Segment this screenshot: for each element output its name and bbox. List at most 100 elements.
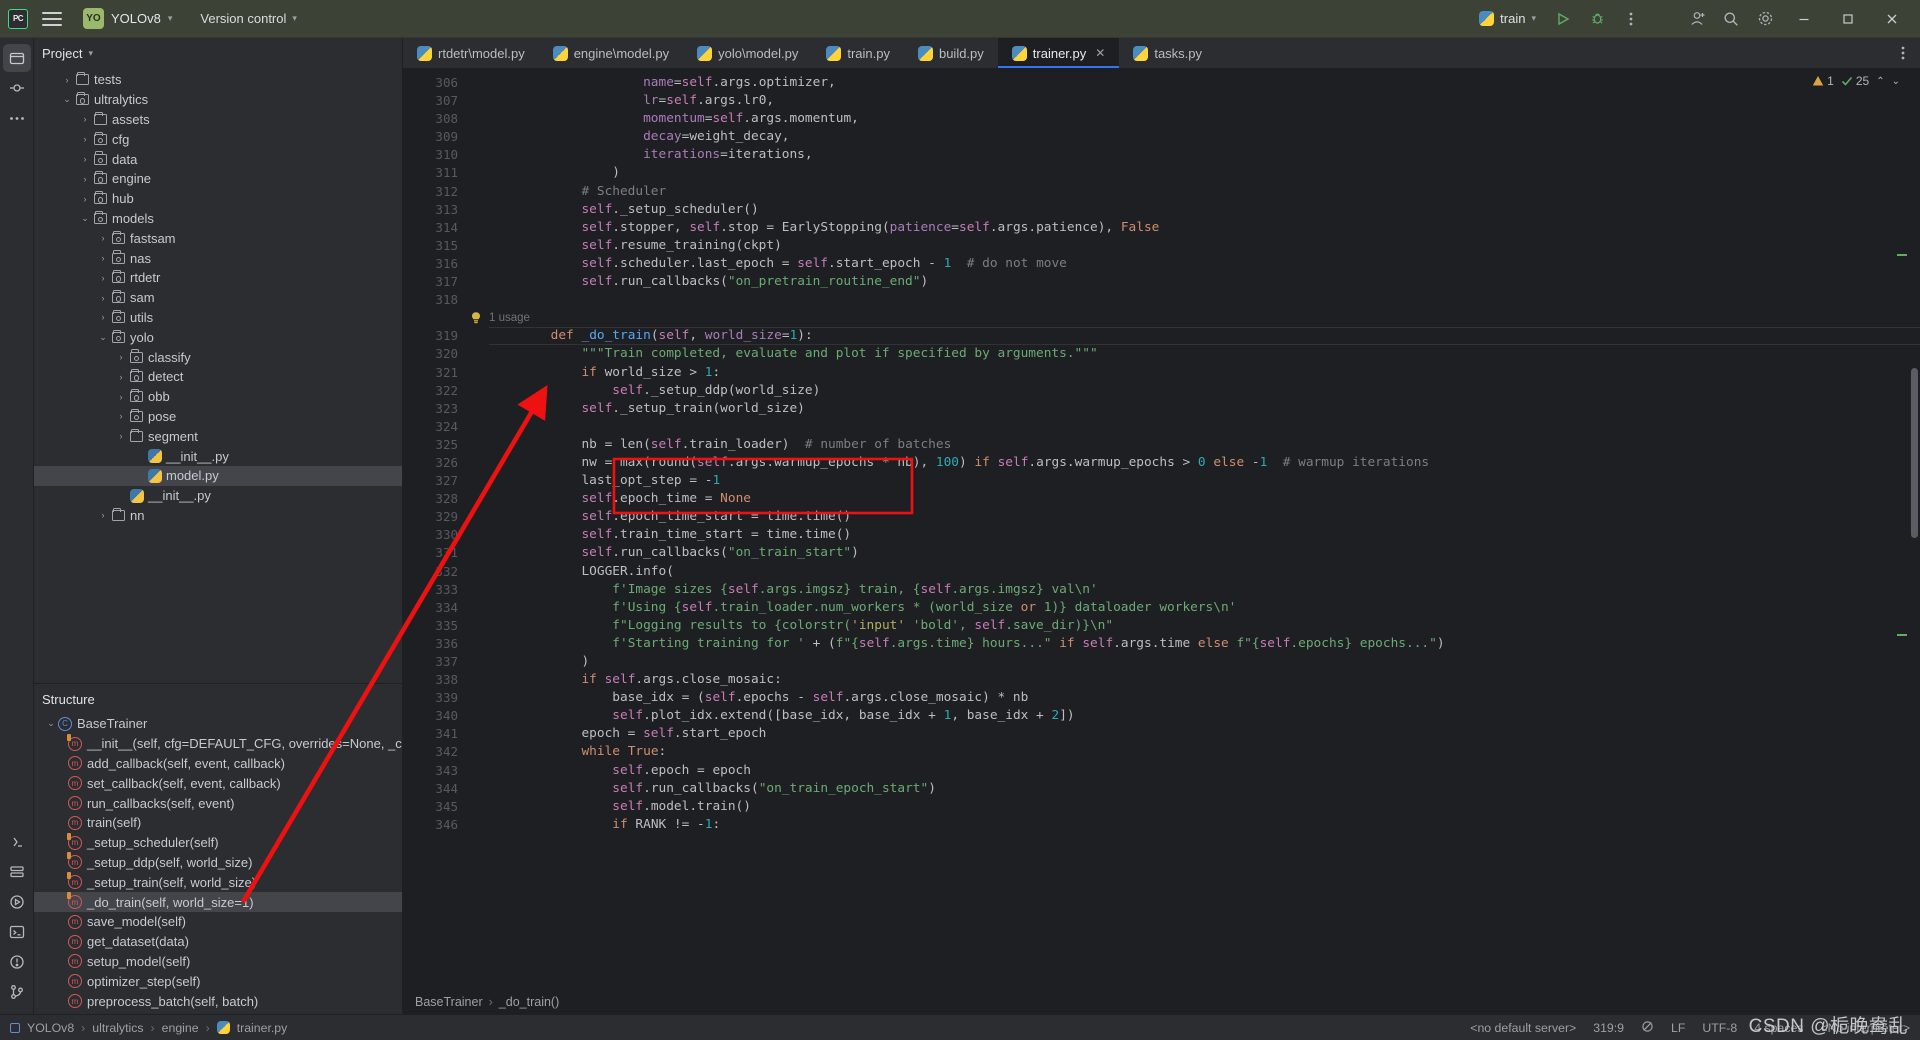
tab-rtdetr-model-py[interactable]: rtdetr\model.py	[403, 38, 539, 68]
run-configuration-selector[interactable]: train ▾	[1471, 7, 1544, 30]
code-line[interactable]: while True:	[489, 743, 1920, 761]
chevron-down-icon[interactable]: ⌄	[60, 94, 74, 105]
warning-indicator[interactable]: 1	[1812, 74, 1834, 88]
chevron-right-icon[interactable]: ›	[60, 75, 74, 85]
breadcrumb-item[interactable]: _do_train()	[499, 995, 559, 1009]
code-line[interactable]: if self.args.close_mosaic:	[489, 671, 1920, 689]
git-branch-icon[interactable]	[3, 978, 31, 1006]
code-line[interactable]: LOGGER.info(	[489, 563, 1920, 581]
problems-icon[interactable]	[3, 948, 31, 976]
structure-item-train-self-[interactable]: m train(self)	[34, 813, 402, 833]
tree-item-pose[interactable]: › pose	[34, 407, 402, 427]
status-path-2[interactable]: engine	[162, 1021, 199, 1035]
tree-item-classify[interactable]: › classify	[34, 347, 402, 367]
chevron-right-icon[interactable]: ›	[78, 194, 92, 204]
code-line[interactable]: """Train completed, evaluate and plot if…	[489, 345, 1920, 363]
structure-item--do-train-self-world-size-1-[interactable]: m _do_train(self, world_size=1)	[34, 892, 402, 912]
python-console-icon[interactable]	[3, 828, 31, 856]
scrollbar-thumb[interactable]	[1911, 368, 1918, 538]
tree-item-hub[interactable]: › hub	[34, 189, 402, 209]
chevron-right-icon[interactable]: ›	[96, 273, 110, 283]
tree-item-engine[interactable]: › engine	[34, 169, 402, 189]
structure-item-save-model-self-[interactable]: m save_model(self)	[34, 912, 402, 932]
tree-item-sam[interactable]: › sam	[34, 288, 402, 308]
structure-item-run-callbacks-self-event-[interactable]: m run_callbacks(self, event)	[34, 793, 402, 813]
chevron-right-icon[interactable]: ›	[78, 174, 92, 184]
structure-item-basetrainer[interactable]: ⌄ C BaseTrainer	[34, 714, 402, 734]
code-line[interactable]: momentum=self.args.momentum,	[489, 110, 1920, 128]
chevron-up-icon[interactable]: ⌃	[1876, 76, 1884, 87]
run-button[interactable]	[1548, 5, 1578, 33]
code-line[interactable]: 1 usage	[489, 309, 1920, 327]
chevron-right-icon[interactable]: ›	[114, 372, 128, 382]
services-icon[interactable]	[3, 858, 31, 886]
more-actions-button[interactable]	[1616, 5, 1646, 33]
code-line[interactable]: self._setup_train(world_size)	[489, 400, 1920, 418]
file-encoding[interactable]: UTF-8	[1702, 1021, 1737, 1035]
code-line[interactable]: self.stopper, self.stop = EarlyStopping(…	[489, 219, 1920, 237]
code-line[interactable]: f'Using {self.train_loader.num_workers *…	[489, 599, 1920, 617]
code-line[interactable]: self.epoch_time_start = time.time()	[489, 508, 1920, 526]
code-line[interactable]: self.plot_idx.extend([base_idx, base_idx…	[489, 707, 1920, 725]
hamburger-menu-icon[interactable]	[42, 11, 62, 26]
breadcrumb-item[interactable]: BaseTrainer	[415, 995, 483, 1009]
caret-position[interactable]: 319:9	[1593, 1021, 1624, 1035]
code-line[interactable]	[489, 291, 1920, 309]
tree-item-utils[interactable]: › utils	[34, 308, 402, 328]
structure-item-get-dataset-data-[interactable]: m get_dataset(data)	[34, 932, 402, 952]
tree-item-detect[interactable]: › detect	[34, 367, 402, 387]
code-line[interactable]: iterations=iterations,	[489, 146, 1920, 164]
project-tree[interactable]: › tests ⌄ ultralytics › assets › cfg › data › engin…	[34, 68, 402, 683]
code-line[interactable]: self.run_callbacks("on_train_start")	[489, 544, 1920, 562]
code-line[interactable]: self.scheduler.last_epoch = self.start_e…	[489, 255, 1920, 273]
line-separator[interactable]: LF	[1671, 1021, 1685, 1035]
marker-stripe[interactable]	[1897, 254, 1907, 256]
more-tools-icon[interactable]	[3, 104, 31, 132]
tree-item-nas[interactable]: › nas	[34, 248, 402, 268]
structure-item-setup-model-self-[interactable]: m setup_model(self)	[34, 952, 402, 972]
code-line[interactable]: base_idx = (self.epochs - self.args.clos…	[489, 689, 1920, 707]
structure-item-set-callback-self-event-callback-[interactable]: m set_callback(self, event, callback)	[34, 773, 402, 793]
chevron-right-icon[interactable]: ›	[78, 134, 92, 144]
inspections-widget[interactable]: 1 25 ⌃ ⌄	[1812, 74, 1900, 88]
tree-item-rtdetr[interactable]: › rtdetr	[34, 268, 402, 288]
chevron-right-icon[interactable]: ›	[114, 352, 128, 362]
chevron-right-icon[interactable]: ›	[114, 411, 128, 421]
chevron-right-icon[interactable]: ›	[114, 392, 128, 402]
version-control-menu[interactable]: Version control ▾	[193, 8, 304, 29]
tab-train-py[interactable]: train.py	[812, 38, 904, 68]
search-icon[interactable]	[1716, 5, 1746, 33]
tree-item-segment[interactable]: › segment	[34, 426, 402, 446]
code-line[interactable]: name=self.args.optimizer,	[489, 74, 1920, 92]
tree-item-nn[interactable]: › nn	[34, 506, 402, 526]
code-line[interactable]: f'Image sizes {self.args.imgsz} train, {…	[489, 581, 1920, 599]
tree-item--init-py[interactable]: __init__.py	[34, 446, 402, 466]
account-icon[interactable]	[1682, 5, 1712, 33]
chevron-down-icon[interactable]: ⌄	[78, 213, 92, 224]
tree-item-cfg[interactable]: › cfg	[34, 129, 402, 149]
debug-button[interactable]	[1582, 5, 1612, 33]
chevron-down-icon[interactable]: ⌄	[44, 718, 58, 729]
chevron-right-icon[interactable]: ›	[78, 154, 92, 164]
code-line[interactable]: self._setup_scheduler()	[489, 201, 1920, 219]
code-line[interactable]: def _do_train(self, world_size=1):	[489, 327, 1920, 345]
chevron-right-icon[interactable]: ›	[96, 293, 110, 303]
status-path-1[interactable]: ultralytics	[92, 1021, 143, 1035]
chevron-down-icon[interactable]: ▾	[88, 48, 93, 59]
default-server-status[interactable]: <no default server>	[1470, 1021, 1576, 1035]
chevron-right-icon[interactable]: ›	[78, 114, 92, 124]
ok-indicator[interactable]: 25	[1841, 74, 1869, 88]
tab-trainer-py[interactable]: trainer.py ✕	[997, 38, 1120, 68]
source-code[interactable]: name=self.args.optimizer, lr=self.args.l…	[489, 68, 1920, 990]
code-line[interactable]	[489, 418, 1920, 436]
gear-icon[interactable]	[1750, 5, 1780, 33]
tree-item-models[interactable]: ⌄ models	[34, 209, 402, 229]
window-minimize-button[interactable]	[1784, 4, 1824, 34]
tree-item--init-py[interactable]: __init__.py	[34, 486, 402, 506]
chevron-right-icon[interactable]: ›	[96, 233, 110, 243]
code-line[interactable]: # Scheduler	[489, 183, 1920, 201]
code-line[interactable]: self.run_callbacks("on_pretrain_routine_…	[489, 273, 1920, 291]
status-path-0[interactable]: YOLOv8	[27, 1021, 74, 1035]
inspection-off-icon[interactable]	[1641, 1020, 1654, 1036]
terminal-icon[interactable]	[3, 918, 31, 946]
